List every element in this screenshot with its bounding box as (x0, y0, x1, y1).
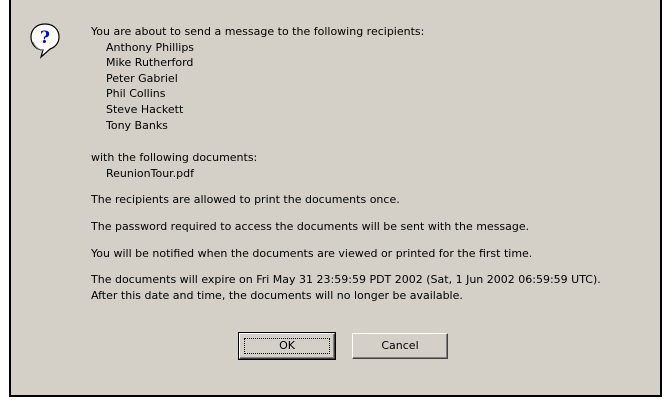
button-row: OK Cancel (238, 332, 459, 360)
question-mark-balloon-icon: ? (29, 22, 61, 60)
cancel-button-label: Cancel (381, 339, 419, 352)
expiration-notice-line2: After this date and time, the documents … (91, 288, 463, 302)
recipients-intro: You are about to send a message to the f… (91, 25, 425, 38)
document-item: ReunionTour.pdf (106, 166, 195, 180)
send-confirmation-dialog: ? You are about to send a message to the… (9, 0, 662, 397)
print-notice: The recipients are allowed to print the … (91, 193, 400, 207)
recipient-item: Anthony Phillips (106, 40, 195, 54)
recipient-item: Tony Banks (106, 118, 168, 132)
documents-intro: with the following documents: (91, 151, 258, 165)
svg-text:?: ? (40, 28, 50, 48)
recipient-list: Anthony Phillips Mike Rutherford Peter G… (91, 40, 661, 134)
ok-button-label: OK (279, 339, 295, 352)
recipient-item: Phil Collins (106, 87, 166, 101)
ok-button[interactable]: OK (238, 332, 336, 360)
message-body: You are about to send a message to the f… (91, 24, 661, 303)
recipient-item: Mike Rutherford (106, 56, 194, 70)
expiration-notice-line1: The documents will expire on Fri May 31 … (91, 273, 601, 287)
recipient-item: Steve Hackett (106, 102, 184, 116)
password-notice: The password required to access the docu… (91, 219, 530, 233)
notification-notice: You will be notified when the documents … (91, 246, 533, 260)
cancel-button[interactable]: Cancel (352, 333, 448, 359)
recipient-item: Peter Gabriel (106, 71, 178, 85)
document-list: ReunionTour.pdf (91, 166, 661, 182)
